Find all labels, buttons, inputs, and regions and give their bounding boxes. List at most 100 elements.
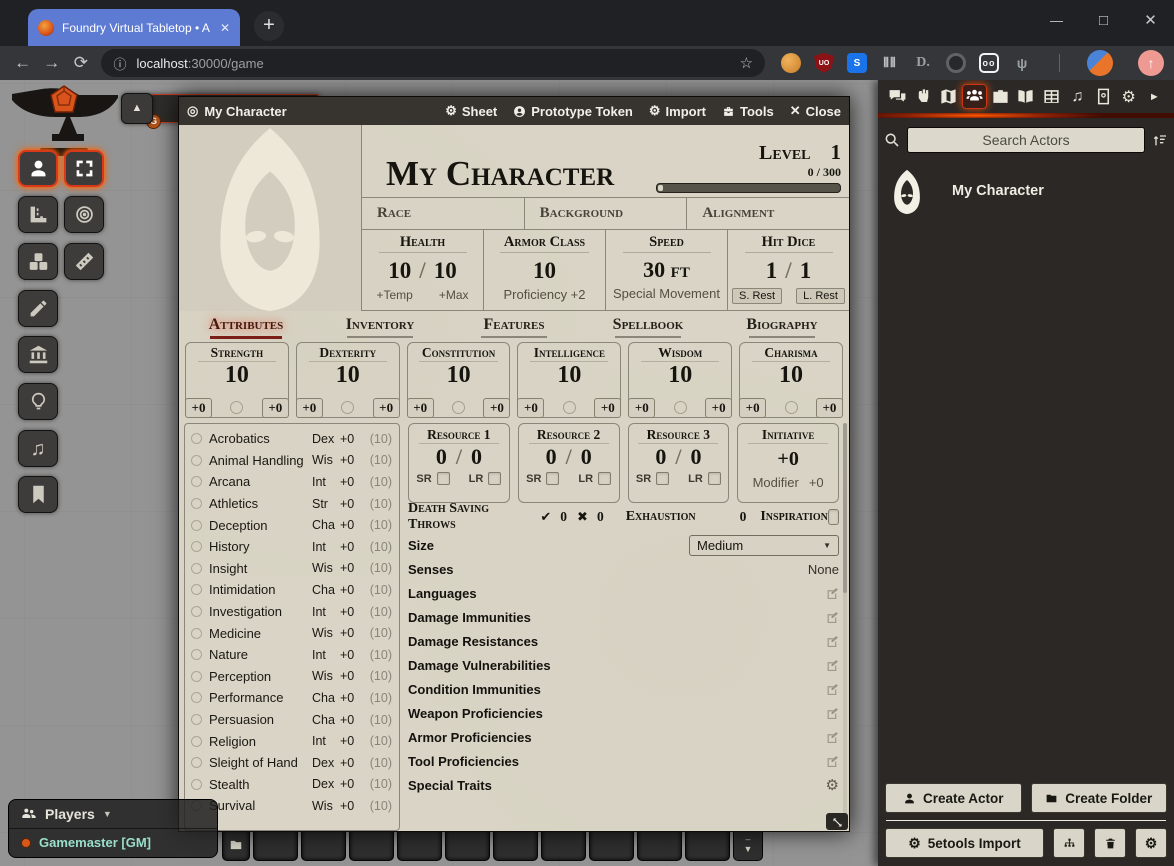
hotbar-slot[interactable]: [541, 828, 586, 861]
hotbar-slot[interactable]: [637, 828, 682, 861]
search-actors-input[interactable]: [907, 127, 1145, 153]
edit-icon[interactable]: [826, 611, 839, 624]
skill-prof-toggle[interactable]: [191, 628, 202, 639]
ability-intelligence[interactable]: Intelligence 10 +0+0: [517, 342, 621, 418]
notes-tool-button[interactable]: [18, 476, 58, 513]
ability-save[interactable]: +0: [517, 398, 544, 418]
ability-dexterity[interactable]: Dexterity 10 +0+0: [296, 342, 400, 418]
ublock-extension-icon[interactable]: UO: [814, 53, 834, 73]
hotbar-slot[interactable]: [589, 828, 634, 861]
background-field[interactable]: Background: [524, 198, 687, 229]
tab-actors[interactable]: [962, 84, 987, 109]
skill-row[interactable]: HistoryInt+0(10): [191, 536, 392, 558]
tab-features[interactable]: Features: [447, 316, 581, 338]
skill-prof-toggle[interactable]: [191, 714, 202, 725]
skill-prof-toggle[interactable]: [191, 757, 202, 768]
edit-icon[interactable]: [826, 755, 839, 768]
edit-icon[interactable]: [826, 731, 839, 744]
tab-items[interactable]: [988, 84, 1013, 109]
hotbar-page-button[interactable]: – ▼: [733, 828, 763, 861]
close-window-button[interactable]: ✕: [1127, 11, 1174, 29]
alignment-field[interactable]: Alignment: [686, 198, 849, 229]
edit-icon[interactable]: [826, 707, 839, 720]
sheet-window-header[interactable]: ◎ My Character ⚙ Sheet Prototype Token ⚙…: [179, 97, 849, 125]
skill-prof-toggle[interactable]: [191, 649, 202, 660]
hotbar-slot[interactable]: [253, 828, 298, 861]
proficiency-radio[interactable]: [452, 401, 465, 414]
players-header[interactable]: Players ▼: [9, 800, 217, 829]
skill-row[interactable]: PersuasionCha+0(10): [191, 709, 392, 731]
hit-dice-current[interactable]: 1: [766, 258, 778, 283]
ruler-tool-button[interactable]: [64, 243, 104, 280]
proficiency-radio[interactable]: [341, 401, 354, 414]
browser-tab[interactable]: Foundry Virtual Tabletop • A Stan ✕: [28, 9, 240, 46]
ability-mod[interactable]: +0: [705, 398, 732, 418]
skill-row[interactable]: Sleight of HandDex+0(10): [191, 752, 392, 774]
proficiency-radio[interactable]: [674, 401, 687, 414]
tab-compendium[interactable]: [1091, 84, 1116, 109]
minimize-button[interactable]: —: [1033, 13, 1080, 28]
proficiency-radio[interactable]: [563, 401, 576, 414]
tab-playlists[interactable]: ♫: [1065, 84, 1090, 109]
size-select[interactable]: Medium▼: [689, 535, 839, 556]
speed-value[interactable]: 30 ft: [643, 258, 690, 282]
ability-save[interactable]: +0: [296, 398, 323, 418]
tools-button[interactable]: Tools: [722, 104, 774, 119]
tab-tables[interactable]: [1039, 84, 1064, 109]
hit-dice-max[interactable]: 1: [800, 258, 812, 283]
lr-checkbox[interactable]: [488, 472, 501, 485]
fork-extension-icon[interactable]: ψ: [1012, 53, 1032, 73]
skill-prof-toggle[interactable]: [191, 433, 202, 444]
ability-value[interactable]: 10: [779, 362, 803, 390]
cookie-extension-icon[interactable]: [781, 53, 801, 73]
folder-tree-button[interactable]: [1053, 828, 1085, 858]
tab-combat[interactable]: [911, 84, 936, 109]
token-tool-button[interactable]: [18, 150, 58, 187]
skill-row[interactable]: Animal HandlingWis+0(10): [191, 450, 392, 472]
skill-prof-toggle[interactable]: [191, 692, 202, 703]
skill-row[interactable]: PerceptionWis+0(10): [191, 666, 392, 688]
death-success-count[interactable]: 0: [560, 509, 567, 525]
resource-max[interactable]: 0: [690, 444, 701, 470]
skill-prof-toggle[interactable]: [191, 606, 202, 617]
skill-prof-toggle[interactable]: [191, 498, 202, 509]
ability-constitution[interactable]: Constitution 10 +0+0: [407, 342, 511, 418]
reload-icon[interactable]: ⟳: [66, 53, 95, 73]
skill-row[interactable]: ReligionInt+0(10): [191, 730, 392, 752]
lighting-tool-button[interactable]: [18, 383, 58, 420]
long-rest-button[interactable]: L. Rest: [796, 288, 845, 304]
skill-prof-toggle[interactable]: [191, 563, 202, 574]
character-name[interactable]: My Character: [386, 156, 653, 195]
resource-2[interactable]: Resource 2 0/0 SRLR: [518, 423, 620, 503]
browser-profile-avatar[interactable]: [1087, 50, 1113, 76]
sounds-tool-button[interactable]: ♫: [18, 430, 58, 467]
ability-mod[interactable]: +0: [262, 398, 289, 418]
ability-mod[interactable]: +0: [594, 398, 621, 418]
resource-value[interactable]: 0: [546, 444, 557, 470]
edit-icon[interactable]: [826, 659, 839, 672]
hotbar-slot[interactable]: [445, 828, 490, 861]
senses-value[interactable]: None: [808, 562, 839, 577]
skill-prof-toggle[interactable]: [191, 736, 202, 747]
proficiency-radio[interactable]: [785, 401, 798, 414]
skill-prof-toggle[interactable]: [191, 541, 202, 552]
site-info-icon[interactable]: ⓘ: [113, 54, 126, 73]
5etools-import-button[interactable]: ⚙ 5etools Import: [885, 828, 1044, 858]
import-button[interactable]: ⚙ Import: [649, 103, 706, 119]
lr-checkbox[interactable]: [708, 472, 721, 485]
hotbar-slot[interactable]: [349, 828, 394, 861]
browser-update-button[interactable]: ↑: [1138, 50, 1164, 76]
tab-inventory[interactable]: Inventory: [313, 316, 447, 338]
d-extension-icon[interactable]: D.: [913, 53, 933, 73]
hp-max[interactable]: 10: [434, 258, 457, 283]
player-row[interactable]: Gamemaster [GM]: [9, 829, 217, 857]
skill-prof-toggle[interactable]: [191, 520, 202, 531]
skill-prof-toggle[interactable]: [191, 671, 202, 682]
walls-tool-button[interactable]: [18, 336, 58, 373]
tab-journal[interactable]: [1013, 84, 1038, 109]
initiative-value[interactable]: +0: [777, 448, 798, 471]
skill-row[interactable]: PerformanceCha+0(10): [191, 687, 392, 709]
ability-save[interactable]: +0: [628, 398, 655, 418]
skill-row[interactable]: AcrobaticsDex+0(10): [191, 428, 392, 450]
create-actor-button[interactable]: Create Actor: [885, 783, 1022, 813]
